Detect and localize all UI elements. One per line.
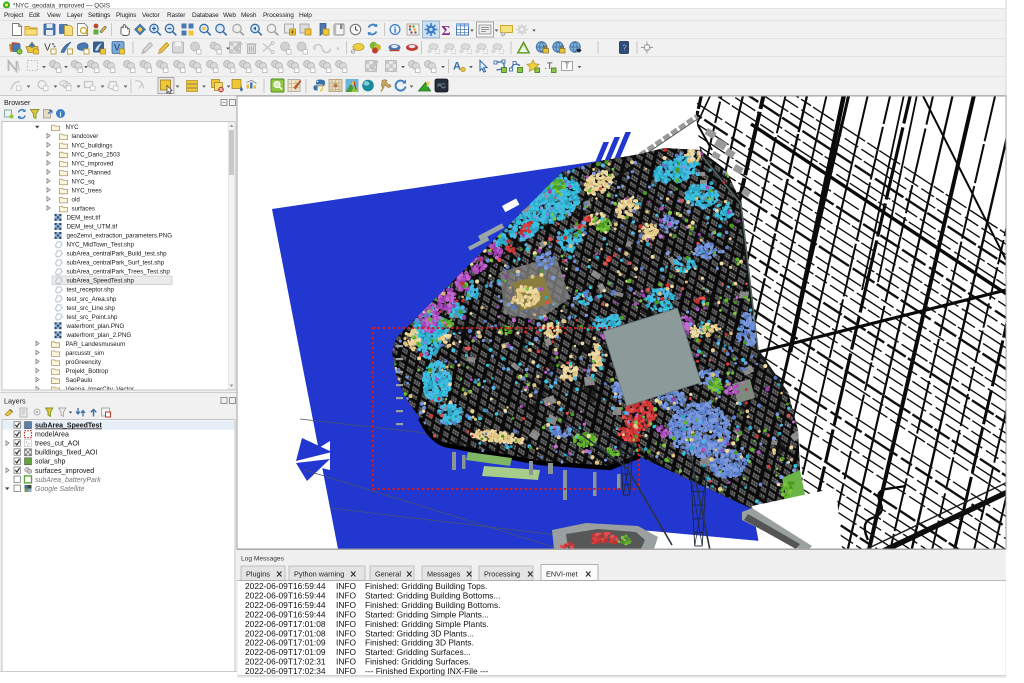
svg-text:Log Messages: Log Messages <box>241 556 285 563</box>
svg-text:solar_shp: solar_shp <box>35 459 65 466</box>
svg-text:INFO: INFO <box>336 666 356 676</box>
svg-text:PAR_Landesmuseum: PAR_Landesmuseum <box>66 341 126 348</box>
svg-text:V: V <box>44 43 51 54</box>
svg-text:subArea_SpeedTest: subArea_SpeedTest <box>35 423 102 430</box>
svg-text:Layer: Layer <box>67 12 83 19</box>
svg-text:DEM_test_UTM.tif: DEM_test_UTM.tif <box>67 224 118 231</box>
svg-text:surfaces: surfaces <box>72 206 95 213</box>
svg-text:Messages: Messages <box>427 570 461 579</box>
svg-text:waterfront_plan.PNG: waterfront_plan.PNG <box>66 323 125 330</box>
svg-text:General: General <box>375 570 401 579</box>
svg-text:Layers: Layers <box>4 397 26 406</box>
svg-text:subArea_batteryPark: subArea_batteryPark <box>35 477 101 484</box>
svg-text:geoZenvi_extraction_parameters: geoZenvi_extraction_parameters.PNG <box>67 233 173 240</box>
svg-text:Browser: Browser <box>4 98 31 107</box>
svg-text:Database: Database <box>192 12 219 19</box>
svg-text:Mesh: Mesh <box>241 12 257 19</box>
svg-text:NYC: NYC <box>66 124 80 131</box>
svg-text:DEM_test.tif: DEM_test.tif <box>67 215 101 222</box>
svg-text:V: V <box>114 43 120 53</box>
svg-text:NYC_MidTown_Test.shp: NYC_MidTown_Test.shp <box>67 242 135 249</box>
svg-text:test_src_Point.shp: test_src_Point.shp <box>67 314 118 321</box>
svg-text:proGreencity: proGreencity <box>66 359 102 366</box>
svg-text:waterfront_plan_2.PNG: waterfront_plan_2.PNG <box>66 332 132 339</box>
svg-text:Started: Gridding Surfaces...: Started: Gridding Surfaces... <box>365 647 471 657</box>
svg-text:Finished: Gridding Building Bo: Finished: Gridding Building Bottoms. <box>365 600 500 610</box>
svg-text:NYC_buildings: NYC_buildings <box>72 142 113 149</box>
svg-text:NYC_Dario_2503: NYC_Dario_2503 <box>72 151 121 158</box>
svg-text:Vector: Vector <box>142 12 161 19</box>
svg-text:A: A <box>453 61 461 73</box>
svg-text:Σ: Σ <box>441 24 450 39</box>
svg-text:buildings_fixed_AOI: buildings_fixed_AOI <box>35 450 97 457</box>
svg-text:View: View <box>47 12 61 19</box>
svg-text:Edit: Edit <box>29 12 40 19</box>
svg-text:Google Satellite: Google Satellite <box>35 486 85 493</box>
svg-text:--- Finished Exporting INX-Fil: --- Finished Exporting INX-File --- <box>365 666 489 676</box>
svg-text:landcover: landcover <box>72 133 99 140</box>
svg-text:Plugins: Plugins <box>116 12 137 19</box>
svg-text:INFO: INFO <box>336 600 356 610</box>
svg-text:test_src_Line.shp: test_src_Line.shp <box>67 305 116 312</box>
svg-text:2022-06-09T17:02:34: 2022-06-09T17:02:34 <box>245 666 326 676</box>
svg-text:SaoPaulo: SaoPaulo <box>66 377 93 384</box>
svg-text:ENVI-met: ENVI-met <box>546 570 578 579</box>
svg-text:NYC_sq: NYC_sq <box>72 178 96 185</box>
svg-text:i: i <box>60 111 62 119</box>
svg-text:INFO: INFO <box>336 647 356 657</box>
svg-text:subArea_centralPark_Build_test: subArea_centralPark_Build_test.shp <box>67 251 168 258</box>
svg-text:2022-06-09T17:01:09: 2022-06-09T17:01:09 <box>245 647 326 657</box>
svg-text:Raster: Raster <box>167 12 186 19</box>
svg-text:NYC_trees: NYC_trees <box>72 187 102 194</box>
svg-text:Project: Project <box>4 12 24 19</box>
svg-text:Settings: Settings <box>88 12 111 19</box>
svg-text:Web: Web <box>223 12 236 19</box>
svg-text:test_receptor.shp: test_receptor.shp <box>67 287 115 294</box>
svg-text:Plugins: Plugins <box>246 570 270 579</box>
svg-text:surfaces_improved: surfaces_improved <box>35 468 94 475</box>
svg-text:subArea_centralPark_Trees_Test: subArea_centralPark_Trees_Test.shp <box>67 269 171 276</box>
svg-text:trees_cut_AOI: trees_cut_AOI <box>35 441 80 448</box>
svg-text:2022-06-09T16:59:44: 2022-06-09T16:59:44 <box>245 600 326 610</box>
svg-text:?: ? <box>622 44 627 53</box>
svg-text:NYC_Planned: NYC_Planned <box>72 169 112 176</box>
svg-text:parcusstr_sim: parcusstr_sim <box>66 350 105 357</box>
svg-text:Help: Help <box>299 12 312 19</box>
svg-text:old: old <box>72 196 81 203</box>
svg-text:test_src_Area.shp: test_src_Area.shp <box>67 296 117 303</box>
svg-text:modelArea: modelArea <box>35 432 69 439</box>
svg-text:Projekt_Bottrop: Projekt_Bottrop <box>66 368 109 375</box>
svg-text:subArea_SpeedTest.shp: subArea_SpeedTest.shp <box>67 278 135 285</box>
svg-text:subArea_centralPark_Surf_test.: subArea_centralPark_Surf_test.shp <box>67 260 165 267</box>
svg-text:Python warning: Python warning <box>294 570 344 579</box>
svg-text:Processing: Processing <box>484 570 520 579</box>
svg-text:T: T <box>565 62 570 71</box>
svg-text:NYC_improved: NYC_improved <box>72 160 115 167</box>
svg-text:Processing: Processing <box>263 12 294 19</box>
